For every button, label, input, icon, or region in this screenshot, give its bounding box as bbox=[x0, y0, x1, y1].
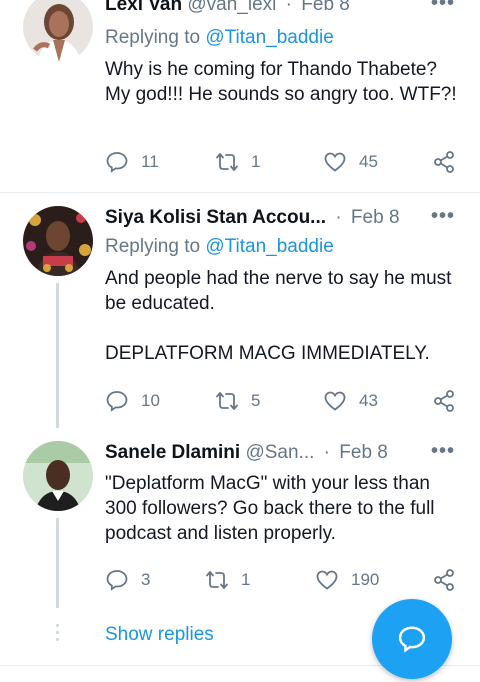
tweet-2[interactable]: Siya Kolisi Stan Accou... · Feb 8 ••• Re… bbox=[0, 193, 480, 428]
compose-reply-button[interactable] bbox=[372, 599, 452, 679]
separator-dot: · bbox=[335, 207, 342, 228]
avatar[interactable] bbox=[23, 441, 93, 511]
retweet-button[interactable]: 5 bbox=[215, 389, 260, 413]
thread-line bbox=[56, 518, 59, 608]
share-icon bbox=[434, 151, 454, 173]
more-dots-icon[interactable]: ••• bbox=[431, 440, 455, 463]
retweet-button[interactable]: 1 bbox=[215, 150, 260, 174]
retweet-icon bbox=[216, 392, 238, 410]
tweet-1[interactable]: Lexi Van @van_lexi · Feb 8 ••• Replying … bbox=[0, 0, 480, 190]
share-button[interactable] bbox=[432, 568, 468, 592]
replying-to-prefix: Replying to bbox=[105, 27, 206, 48]
reply-icon bbox=[106, 391, 128, 412]
tweet-text: "Deplatform MacG" with your less than 30… bbox=[105, 473, 440, 544]
tweet-text: And people had the nerve to say he must … bbox=[105, 268, 452, 364]
heart-icon bbox=[324, 152, 346, 172]
share-icon bbox=[434, 569, 454, 591]
thread-dots bbox=[56, 624, 59, 645]
author-handle[interactable]: @van_lexi bbox=[187, 0, 276, 15]
author-name[interactable]: Siya Kolisi Stan Accou... bbox=[105, 207, 326, 228]
like-button[interactable]: 45 bbox=[323, 150, 378, 174]
author-name[interactable]: Lexi Van bbox=[105, 0, 182, 15]
replying-to-prefix: Replying to bbox=[105, 236, 206, 257]
tweet-actions: 10 5 43 bbox=[105, 389, 460, 415]
reply-count: 10 bbox=[141, 391, 160, 410]
tweet-date[interactable]: Feb 8 bbox=[351, 207, 400, 228]
retweet-icon bbox=[206, 571, 228, 589]
avatar[interactable] bbox=[23, 0, 93, 62]
tweet-3[interactable]: Sanele Dlamini @San... · Feb 8 ••• "Depl… bbox=[0, 428, 480, 613]
like-button[interactable]: 190 bbox=[315, 568, 379, 592]
share-button[interactable] bbox=[432, 389, 468, 413]
tweet-text: Why is he coming for Thando Thabete? My … bbox=[105, 59, 457, 105]
reply-count: 3 bbox=[141, 570, 151, 589]
reply-icon bbox=[106, 152, 128, 173]
more-dots-icon[interactable]: ••• bbox=[431, 0, 455, 15]
reply-icon bbox=[106, 570, 128, 591]
thread-line bbox=[56, 283, 59, 428]
retweet-count: 1 bbox=[241, 570, 251, 589]
retweet-button[interactable]: 1 bbox=[205, 568, 250, 592]
reply-button[interactable]: 11 bbox=[105, 150, 159, 174]
retweet-icon bbox=[216, 153, 238, 171]
reply-count: 11 bbox=[141, 152, 159, 171]
like-button[interactable]: 43 bbox=[323, 389, 378, 413]
heart-icon bbox=[324, 391, 346, 411]
tweet-date[interactable]: Feb 8 bbox=[339, 442, 388, 463]
author-name[interactable]: Sanele Dlamini bbox=[105, 442, 240, 463]
heart-icon bbox=[316, 570, 338, 590]
show-replies-link[interactable]: Show replies bbox=[105, 624, 214, 646]
retweet-count: 1 bbox=[251, 152, 261, 171]
like-count: 43 bbox=[359, 391, 378, 410]
like-count: 190 bbox=[351, 570, 380, 589]
avatar[interactable] bbox=[23, 206, 93, 276]
author-handle[interactable]: @San... bbox=[245, 442, 314, 463]
more-dots-icon[interactable]: ••• bbox=[431, 205, 455, 228]
reply-bubble-icon bbox=[398, 626, 426, 653]
replying-to: Replying to @Titan_baddie bbox=[105, 27, 334, 49]
separator-dot: · bbox=[285, 0, 292, 15]
tweet-actions: 11 1 45 bbox=[105, 150, 460, 176]
reply-button[interactable]: 10 bbox=[105, 389, 160, 413]
tweet-date[interactable]: Feb 8 bbox=[301, 0, 350, 15]
share-button[interactable] bbox=[432, 150, 468, 174]
reply-button[interactable]: 3 bbox=[105, 568, 150, 592]
retweet-count: 5 bbox=[251, 391, 261, 410]
replying-to-handle[interactable]: @Titan_baddie bbox=[205, 27, 333, 48]
tweet-actions: 3 1 190 bbox=[105, 568, 460, 594]
replying-to: Replying to @Titan_baddie bbox=[105, 236, 334, 258]
like-count: 45 bbox=[359, 152, 378, 171]
replying-to-handle[interactable]: @Titan_baddie bbox=[205, 236, 333, 257]
separator-dot: · bbox=[323, 442, 330, 463]
share-icon bbox=[434, 390, 454, 412]
